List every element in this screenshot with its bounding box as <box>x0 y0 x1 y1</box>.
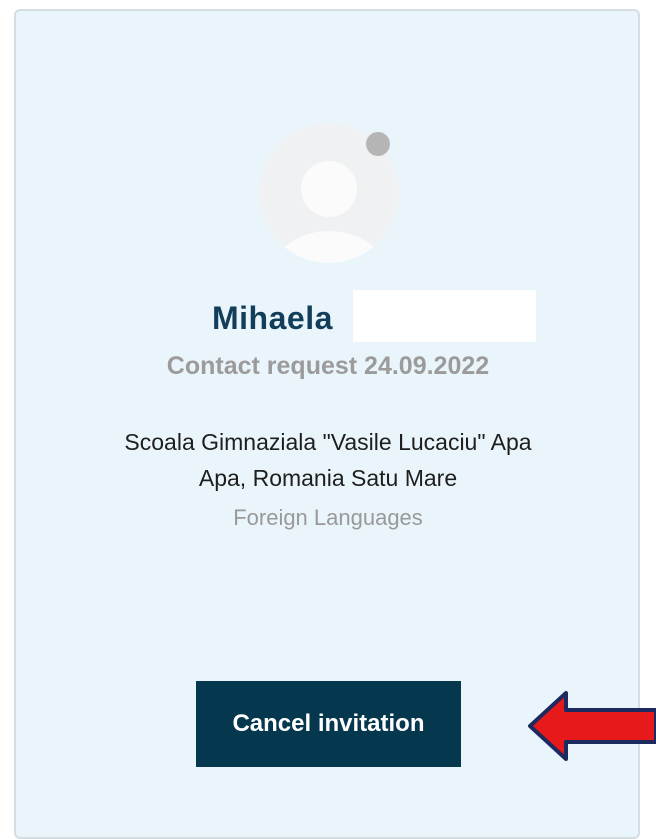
cancel-invitation-button[interactable]: Cancel invitation <box>196 681 461 767</box>
redacted-last-name <box>353 290 536 342</box>
school-location: Apa, Romania Satu Mare <box>198 465 458 491</box>
subject-label: Foreign Languages <box>233 505 423 530</box>
avatar-head <box>301 161 357 217</box>
school-name: Scoala Gimnaziala "Vasile Lucaciu" Apa <box>124 429 532 455</box>
school-info: Scoala Gimnaziala "Vasile Lucaciu" Apa A… <box>0 424 656 496</box>
contact-request-date: Contact request 24.09.2022 <box>166 352 490 380</box>
avatar-shoulders <box>271 231 387 263</box>
status-dot-icon <box>366 132 390 156</box>
contact-name-row: Mihaela <box>0 290 656 342</box>
red-arrow-icon <box>528 691 656 761</box>
contact-first-name: Mihaela <box>212 300 333 336</box>
